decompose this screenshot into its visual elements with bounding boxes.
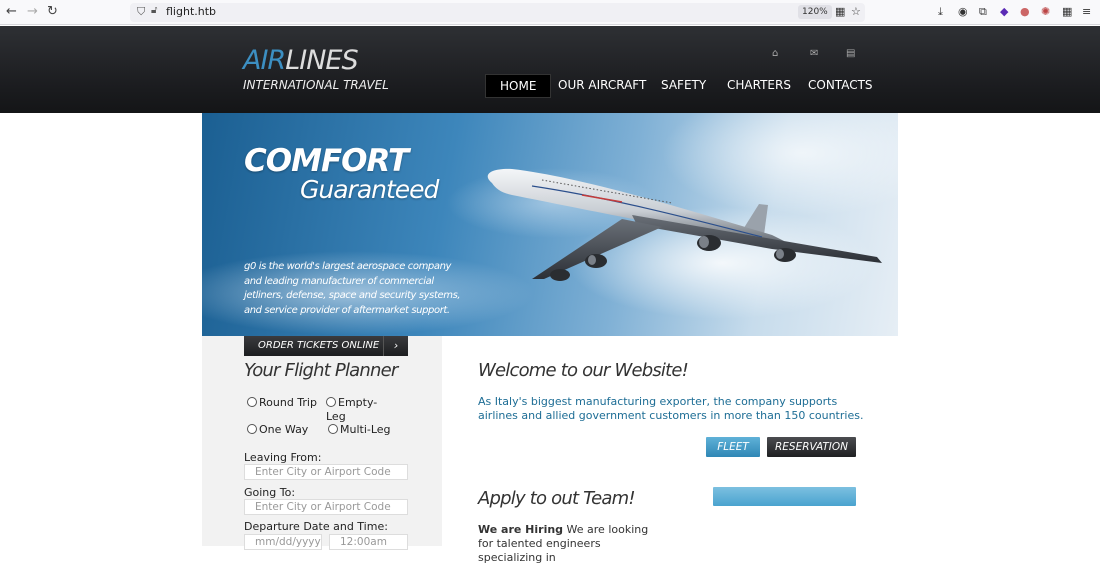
lock-icon[interactable]: 🔓︎	[151, 5, 157, 16]
radio-label: One Way	[259, 423, 309, 436]
radio-one-way[interactable]: One Way	[247, 423, 308, 437]
radio-empty-leg[interactable]: Empty-Leg	[326, 396, 386, 424]
sitemap-icon[interactable]: ▤	[846, 48, 855, 59]
nav-home[interactable]: HOME	[485, 74, 552, 98]
radio-circle[interactable]	[247, 424, 257, 434]
hiring-text: We are Hiring We are looking for talente…	[478, 523, 658, 565]
apps-grid-icon[interactable]: ▦	[1062, 5, 1072, 19]
logo-lines: LINES	[285, 45, 358, 76]
going-to-label: Going To:	[244, 486, 296, 499]
nav-safety[interactable]: SAFETY	[661, 74, 706, 96]
zoom-indicator[interactable]: 120%	[798, 5, 832, 19]
hero-description: g0 is the world's largest aerospace comp…	[244, 261, 461, 316]
reload-icon[interactable]: ↻	[47, 4, 58, 20]
airplane-image	[487, 168, 882, 281]
browser-toolbar: ← → ↻ ⛉ 🔓︎ flight.htb 120% ▦ ☆ ⤓ ◉ ⧉ ◆ ●…	[0, 0, 1100, 25]
radio-label: Round Trip	[259, 396, 317, 409]
order-tickets-label: ORDER TICKETS ONLINE	[258, 340, 380, 351]
download-icon[interactable]: ⤓	[938, 5, 943, 19]
welcome-title: Welcome to our Website!	[478, 360, 689, 381]
intro-text: As Italy's biggest manufacturing exporte…	[478, 395, 864, 422]
home-icon[interactable]: ⌂	[772, 48, 778, 59]
nav-our-aircraft[interactable]: OUR AIRCRAFT	[558, 74, 646, 96]
logo-tagline: INTERNATIONAL TRAVEL	[243, 78, 389, 92]
leaving-from-label: Leaving From:	[244, 451, 322, 464]
radio-circle[interactable]	[326, 397, 336, 407]
address-bar[interactable]: ⛉ 🔓︎ flight.htb 120% ▦ ☆	[130, 3, 865, 22]
logo-air: AIR	[243, 45, 286, 76]
hero-banner: COMFORT Guaranteed g0 is the world's lar…	[202, 113, 898, 336]
bookmark-star-icon[interactable]: ☆	[851, 5, 861, 18]
departure-date-input[interactable]: mm/dd/yyyy	[244, 534, 322, 550]
radio-round-trip[interactable]: Round Trip	[247, 396, 319, 410]
planner-title: Your Flight Planner	[244, 360, 398, 381]
hero-subtitle: Guaranteed	[300, 175, 439, 204]
hiring-bold: We are Hiring	[478, 523, 564, 536]
account-icon[interactable]: ◉	[958, 5, 968, 19]
addon-icon[interactable]: ✺	[1041, 5, 1050, 19]
chevron-right-icon: ›	[383, 336, 408, 356]
nav-charters[interactable]: CHARTERS	[727, 74, 791, 96]
site-header: AIRLINES INTERNATIONAL TRAVEL ⌂ ✉ ▤ HOME…	[0, 26, 1100, 113]
back-icon[interactable]: ←	[6, 4, 17, 20]
mail-icon[interactable]: ✉	[810, 48, 818, 59]
nav-contacts[interactable]: CONTACTS	[808, 74, 873, 96]
apply-title: Apply to out Team!	[478, 488, 636, 509]
going-to-input[interactable]: Enter City or Airport Code	[244, 499, 408, 515]
logo[interactable]: AIRLINES	[243, 45, 359, 76]
banner-image	[713, 487, 856, 506]
radio-multi-leg[interactable]: Multi-Leg	[328, 423, 391, 437]
menu-icon[interactable]: ≡	[1082, 5, 1091, 19]
shield-icon[interactable]: ⛉	[137, 5, 145, 19]
addon-icon[interactable]: ●	[1020, 5, 1030, 19]
departure-time-input[interactable]: 12:00am	[329, 534, 408, 550]
hero-title: COMFORT	[244, 143, 409, 179]
fleet-button[interactable]: FLEET	[706, 437, 760, 457]
departure-label: Departure Date and Time:	[244, 520, 388, 533]
leaving-from-input[interactable]: Enter City or Airport Code	[244, 464, 408, 480]
addon-icon[interactable]: ◆	[1000, 5, 1008, 19]
extensions-grid-icon[interactable]: ▦	[835, 5, 845, 18]
order-tickets-button[interactable]: ORDER TICKETS ONLINE ›	[244, 336, 408, 356]
radio-circle[interactable]	[328, 424, 338, 434]
reservation-button[interactable]: RESERVATION	[767, 437, 856, 457]
url-text[interactable]: flight.htb	[166, 5, 216, 18]
radio-label: Multi-Leg	[340, 423, 391, 436]
forward-icon[interactable]: →	[27, 4, 38, 20]
extension-icon[interactable]: ⧉	[979, 5, 987, 19]
radio-circle[interactable]	[247, 397, 257, 407]
